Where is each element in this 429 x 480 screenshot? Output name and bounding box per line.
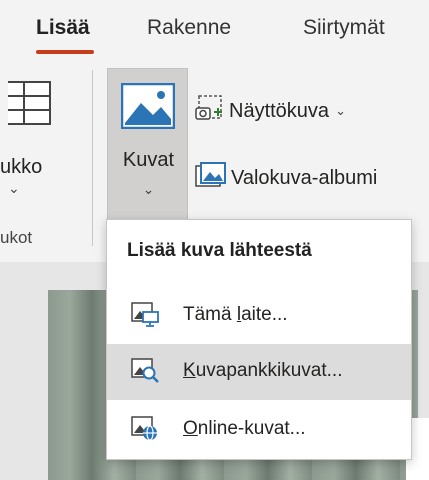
photo-album-icon [195, 162, 227, 194]
menu-item-online-pictures[interactable]: Online-kuvat... [107, 402, 411, 458]
pictures-button-label: Kuvat [122, 149, 175, 171]
menu-item-stock-images[interactable]: Kuvapankkikuvat... [107, 344, 411, 400]
tab-siirtymat[interactable]: Siirtymät [303, 16, 385, 40]
chevron-down-icon: ⌄ [335, 103, 346, 118]
table-button-label[interactable]: ukko [0, 156, 42, 179]
screenshot-label: Näyttökuva [229, 99, 330, 122]
pictures-icon [120, 82, 176, 134]
this-device-icon [131, 302, 159, 333]
menu-item-label: Online-kuvat... [183, 418, 306, 439]
group-label-tables: ukot [0, 228, 33, 247]
pictures-button[interactable]: Kuvat ⌄ [107, 68, 188, 220]
screenshot-button[interactable]: Näyttökuva ⌄ [195, 94, 346, 128]
active-tab-underline [36, 50, 94, 54]
screenshot-icon [195, 94, 225, 128]
group-separator [92, 70, 93, 246]
tab-lisaa[interactable]: Lisää [36, 16, 90, 40]
chevron-down-icon: ⌄ [142, 181, 155, 197]
stock-images-icon [131, 358, 159, 389]
online-pictures-icon [131, 416, 159, 447]
menu-item-label: Kuvapankkikuvat... [183, 360, 343, 381]
tab-rakenne[interactable]: Rakenne [147, 16, 231, 40]
ribbon-tabs: Lisää Rakenne Siirtymät [0, 0, 429, 62]
menu-header: Lisää kuva lähteestä [127, 240, 312, 261]
chevron-down-icon[interactable]: ⌄ [8, 180, 20, 197]
insert-picture-menu: Lisää kuva lähteestä Tämä laite... Kuvap… [106, 219, 412, 460]
photo-album-label: Valokuva-albumi [231, 166, 378, 189]
photo-album-button[interactable]: Valokuva-albumi [195, 162, 377, 194]
menu-item-this-device[interactable]: Tämä laite... [107, 288, 411, 344]
table-icon[interactable] [0, 80, 52, 131]
menu-item-label: Tämä laite... [183, 304, 288, 325]
